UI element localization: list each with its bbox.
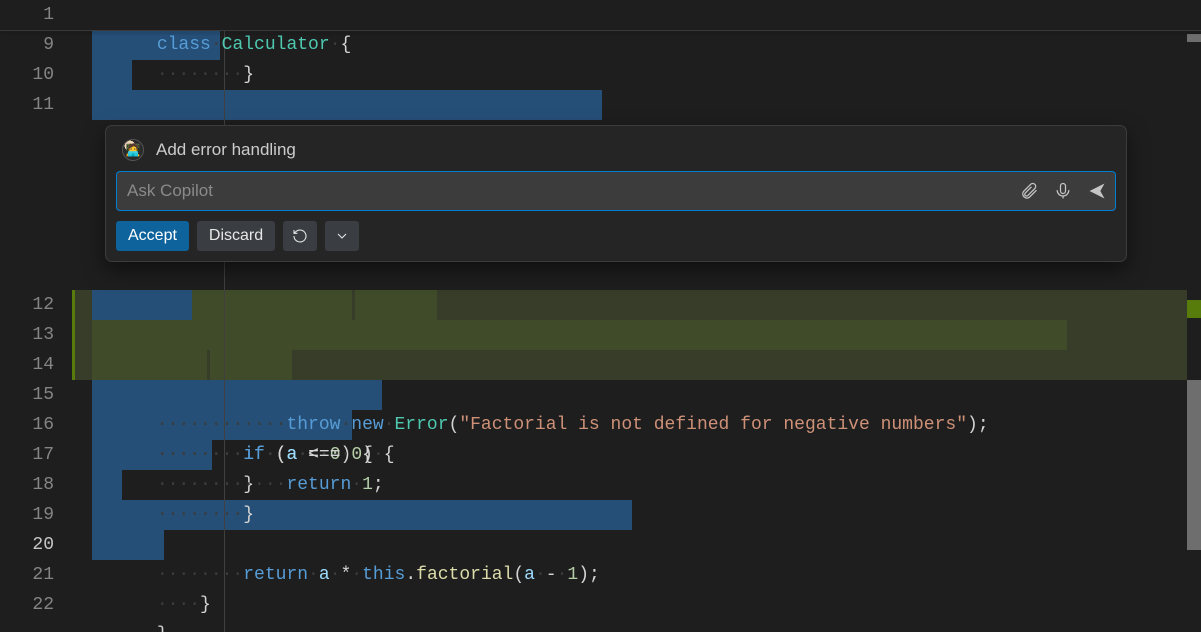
number: 0	[351, 445, 362, 465]
semicolon: ;	[978, 415, 989, 435]
keyword: return	[286, 475, 351, 495]
keyword: throw	[286, 415, 340, 435]
paren: (	[449, 415, 460, 435]
code-area[interactable]: class·Calculator·{ ········} ····public·…	[72, 0, 1201, 632]
chevron-down-icon	[334, 228, 350, 244]
number: 1	[567, 565, 578, 585]
keyword: class	[157, 35, 211, 55]
class-name: Calculator	[222, 35, 330, 55]
selection-highlight	[92, 470, 122, 500]
indent-guide	[224, 30, 225, 632]
more-actions-button[interactable]	[325, 221, 359, 251]
string-literal: "Factorial is not defined for negative n…	[459, 415, 967, 435]
line-number: 9	[0, 30, 72, 60]
chat-input-container[interactable]	[116, 171, 1116, 211]
line-number: 19	[0, 500, 72, 530]
diff-added-span	[210, 350, 292, 380]
line-number: 13	[0, 320, 72, 350]
paren: (	[276, 445, 287, 465]
line-number: 15	[0, 380, 72, 410]
diff-added-span	[92, 320, 1067, 350]
code-line[interactable]: ········if·(a·===·0)·{	[72, 380, 1201, 410]
paren: (	[513, 565, 524, 585]
line-number: 17	[0, 440, 72, 470]
diff-added-marker	[72, 290, 75, 380]
brace: {	[384, 445, 395, 465]
semicolon: ;	[373, 475, 384, 495]
paren: )	[578, 565, 589, 585]
chat-input[interactable]	[127, 181, 1019, 201]
number: 1	[362, 475, 373, 495]
chat-prompt-label: Add error handling	[156, 140, 296, 160]
retry-icon	[292, 228, 308, 244]
code-line[interactable]: ····}	[72, 530, 1201, 560]
code-editor[interactable]: 1 9 10 11 12 13 14 15 16 17 18 19 20 21 …	[0, 0, 1201, 632]
selection-highlight	[92, 90, 602, 120]
brace: }	[200, 595, 211, 615]
ruler-mark	[1187, 380, 1201, 550]
line-number: 10	[0, 60, 72, 90]
diff-added-span	[355, 290, 437, 320]
selection-highlight	[92, 380, 382, 410]
code-line[interactable]: }	[72, 590, 1201, 620]
operator: ===	[308, 445, 340, 465]
diff-added-span	[92, 350, 207, 380]
code-line[interactable]: ····public·factorial(a:·number):·number·…	[72, 90, 1201, 120]
brace: }	[157, 625, 168, 632]
retry-button[interactable]	[283, 221, 317, 251]
chat-input-icons	[1019, 181, 1107, 201]
line-number: 21	[0, 560, 72, 590]
line-number: 16	[0, 410, 72, 440]
selection-highlight	[92, 290, 192, 320]
diff-added-span	[192, 290, 352, 320]
paren: )	[967, 415, 978, 435]
line-number: 18	[0, 470, 72, 500]
brace: }	[243, 505, 254, 525]
send-icon[interactable]	[1087, 181, 1107, 201]
identifier: a	[319, 565, 330, 585]
chat-header: 🧑‍💻 Add error handling	[116, 136, 1116, 171]
copilot-avatar-icon: 🧑‍💻	[122, 139, 144, 161]
line-number: 11	[0, 90, 72, 120]
microphone-icon[interactable]	[1053, 181, 1073, 201]
keyword: return	[243, 565, 308, 585]
line-number: 20	[0, 530, 72, 560]
operator: *	[340, 565, 351, 585]
code-line[interactable]: ············throw·new·Error("Factorial i…	[72, 320, 1201, 350]
function-name: factorial	[416, 565, 513, 585]
keyword: if	[243, 445, 265, 465]
type-name: Error	[394, 415, 448, 435]
brace: }	[243, 65, 254, 85]
operator: -	[546, 565, 557, 585]
identifier: a	[524, 565, 535, 585]
sticky-scroll-separator	[0, 30, 1201, 31]
copilot-inline-chat: 🧑‍💻 Add error handling Accept Discard	[105, 125, 1127, 262]
line-number: 1	[0, 0, 72, 30]
dot: .	[405, 565, 416, 585]
ruler-mark	[1187, 34, 1201, 42]
keyword: this	[362, 565, 405, 585]
line-number: 22	[0, 590, 72, 620]
paren: )	[362, 445, 373, 465]
line-number: 14	[0, 350, 72, 380]
paperclip-icon[interactable]	[1019, 181, 1039, 201]
chat-actions: Accept Discard	[116, 221, 1116, 251]
ruler-mark-added	[1187, 300, 1201, 318]
overview-ruler[interactable]	[1187, 0, 1201, 632]
code-line[interactable]: ········if·(a·<·0)·{	[72, 290, 1201, 320]
keyword: new	[351, 415, 383, 435]
line-number-gutter: 1 9 10 11 12 13 14 15 16 17 18 19 20 21 …	[0, 0, 72, 632]
identifier: a	[286, 445, 297, 465]
line-number: 12	[0, 290, 72, 320]
brace: {	[340, 35, 351, 55]
discard-button[interactable]: Discard	[197, 221, 275, 251]
code-line[interactable]: ········}	[72, 350, 1201, 380]
semicolon: ;	[589, 565, 600, 585]
code-line[interactable]: class·Calculator·{	[72, 0, 1201, 30]
selection-highlight	[92, 60, 132, 90]
accept-button[interactable]: Accept	[116, 221, 189, 251]
